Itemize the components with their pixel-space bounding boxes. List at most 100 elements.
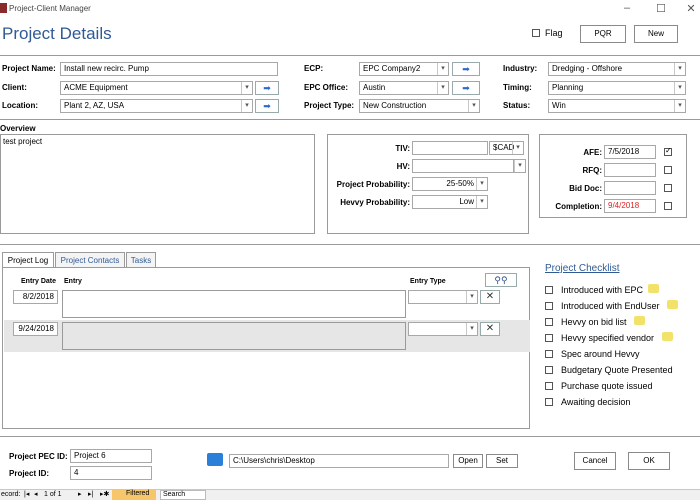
ecp-go-button[interactable]: ➡ [452, 62, 480, 76]
rfq-label: RFQ: [582, 166, 602, 175]
bid-doc-input[interactable] [604, 181, 656, 195]
sticky-note-icon[interactable] [648, 284, 659, 293]
chevron-down-icon[interactable]: ▾ [241, 100, 252, 112]
entry-textarea[interactable] [62, 290, 406, 318]
industry-select[interactable]: Dredging - Offshore ▾ [548, 62, 686, 76]
overview-textarea[interactable]: test project [0, 134, 315, 234]
record-position[interactable]: 1 of 1 [44, 491, 62, 498]
tab-tasks[interactable]: Tasks [126, 252, 156, 268]
checklist-checkbox[interactable] [545, 366, 553, 374]
project-type-select[interactable]: New Construction ▾ [359, 99, 480, 113]
minimize-button[interactable]: – [620, 2, 634, 14]
chevron-down-icon[interactable]: ▾ [466, 323, 477, 335]
search-button[interactable]: ⚲⚲ [485, 273, 517, 287]
checklist-item-label: Introduced with EndUser [561, 301, 660, 311]
entry-date-input[interactable]: 9/24/2018 [13, 322, 58, 336]
checklist-item-label: Hevvy on bid list [561, 317, 627, 327]
chevron-down-icon[interactable]: ▾ [476, 178, 487, 190]
close-button[interactable]: ✕ [684, 2, 698, 15]
checklist-checkbox[interactable] [545, 398, 553, 406]
location-select[interactable]: Plant 2, AZ, USA ▾ [60, 99, 253, 113]
values-panel: TIV: $CAD ▾ HV: ▾ Project Probability: 25… [327, 134, 529, 234]
close-icon: ✕ [485, 291, 495, 302]
afe-checkbox[interactable]: ✓ [664, 146, 672, 156]
sticky-note-icon[interactable] [662, 332, 673, 341]
delete-entry-button[interactable]: ✕ [480, 322, 500, 336]
chevron-down-icon[interactable]: ▾ [674, 63, 685, 75]
status-select[interactable]: Win ▾ [548, 99, 686, 113]
hv-input[interactable] [412, 159, 514, 173]
bid-doc-checkbox[interactable] [664, 184, 672, 192]
open-button[interactable]: Open [453, 454, 483, 468]
tiv-input[interactable] [412, 141, 488, 155]
epc-office-go-button[interactable]: ➡ [452, 81, 480, 95]
path-input[interactable]: C:\Users\chris\Desktop [229, 454, 449, 468]
chevron-down-icon[interactable]: ▾ [512, 142, 523, 154]
timing-label: Timing: [503, 83, 532, 92]
maximize-button[interactable]: ☐ [654, 2, 668, 15]
pec-id-input[interactable]: Project 6 [70, 449, 152, 463]
sticky-note-icon[interactable] [634, 316, 645, 325]
client-go-button[interactable]: ➡ [255, 81, 279, 95]
entry-date-input[interactable]: 8/2/2018 [13, 290, 58, 304]
tab-project-log[interactable]: Project Log [2, 252, 54, 268]
chevron-down-icon[interactable]: ▾ [674, 82, 685, 94]
tab-project-contacts[interactable]: Project Contacts [55, 252, 125, 268]
chevron-down-icon[interactable]: ▾ [241, 82, 252, 94]
new-button[interactable]: New [634, 25, 678, 43]
pqr-button[interactable]: PQR [580, 25, 626, 43]
delete-entry-button[interactable]: ✕ [480, 290, 500, 304]
ecp-select[interactable]: EPC Company2 ▾ [359, 62, 449, 76]
probability-select[interactable]: 25-50% ▾ [412, 177, 488, 191]
prev-record-button[interactable]: ◂ [34, 490, 38, 498]
chevron-down-icon[interactable]: ▾ [476, 196, 487, 208]
completion-checkbox[interactable] [664, 202, 672, 210]
last-record-button[interactable]: ▸| [88, 490, 93, 498]
overview-label: Overview [0, 124, 36, 133]
search-box[interactable]: Search [160, 490, 206, 500]
chevron-down-icon[interactable]: ▾ [437, 63, 448, 75]
entry-textarea[interactable] [62, 322, 406, 350]
entry-type-select[interactable]: ▾ [408, 322, 478, 336]
rfq-checkbox[interactable] [664, 166, 672, 174]
epc-office-select[interactable]: Austin ▾ [359, 81, 449, 95]
probability-label: Project Probability: [336, 180, 410, 189]
first-record-button[interactable]: |◂ [24, 490, 29, 498]
filtered-badge[interactable]: Filtered [112, 490, 156, 500]
project-id-label: Project ID: [9, 469, 50, 478]
checklist-checkbox[interactable] [545, 382, 553, 390]
rfq-input[interactable] [604, 163, 656, 177]
cancel-button[interactable]: Cancel [574, 452, 616, 470]
flag-checkbox[interactable] [532, 29, 540, 37]
entry-header: Entry [64, 278, 82, 285]
completion-input[interactable]: 9/4/2018 [604, 199, 656, 213]
project-type-label: Project Type: [304, 101, 355, 110]
project-name-input[interactable]: Install new recirc. Pump [60, 62, 278, 76]
sticky-note-icon[interactable] [667, 300, 678, 309]
status-label: Status: [503, 101, 531, 110]
chevron-down-icon[interactable]: ▾ [466, 291, 477, 303]
client-select[interactable]: ACME Equipment ▾ [60, 81, 253, 95]
checklist-checkbox[interactable] [545, 286, 553, 294]
timing-select[interactable]: Planning ▾ [548, 81, 686, 95]
chevron-down-icon[interactable]: ▾ [674, 100, 685, 112]
hv-select[interactable]: ▾ [514, 159, 526, 173]
pec-id-label: Project PEC ID: [9, 452, 68, 461]
checklist-checkbox[interactable] [545, 350, 553, 358]
checklist-checkbox[interactable] [545, 318, 553, 326]
set-button[interactable]: Set [486, 454, 518, 468]
chevron-down-icon[interactable]: ▾ [468, 100, 479, 112]
location-go-button[interactable]: ➡ [255, 99, 279, 113]
project-id-input[interactable]: 4 [70, 466, 152, 480]
next-record-button[interactable]: ▸ [78, 490, 82, 498]
checklist-checkbox[interactable] [545, 302, 553, 310]
afe-input[interactable]: 7/5/2018 [604, 145, 656, 159]
currency-select[interactable]: $CAD ▾ [489, 141, 524, 155]
entry-type-select[interactable]: ▾ [408, 290, 478, 304]
new-record-button[interactable]: ▸✱ [100, 490, 109, 498]
checklist-checkbox[interactable] [545, 334, 553, 342]
chevron-down-icon[interactable]: ▾ [514, 160, 525, 172]
ok-button[interactable]: OK [628, 452, 670, 470]
chevron-down-icon[interactable]: ▾ [437, 82, 448, 94]
hevvy-probability-select[interactable]: Low ▾ [412, 195, 488, 209]
